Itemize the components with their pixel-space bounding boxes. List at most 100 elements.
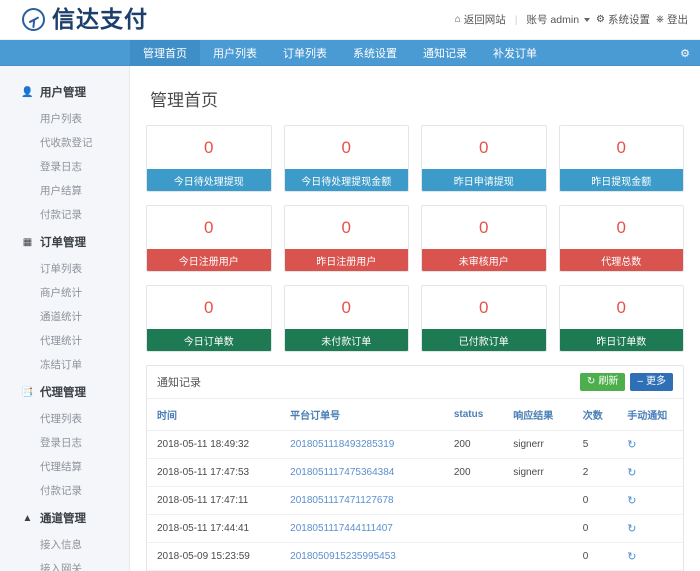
stat-value: 0 (422, 286, 546, 329)
stat-value: 0 (285, 286, 409, 329)
stat-card-paid-orders[interactable]: 0 已付款订单 (421, 285, 547, 352)
col-header-time: 时间 (147, 399, 286, 431)
cell-manual-notify[interactable]: ↻ (623, 515, 683, 543)
col-header-order: 平台订单号 (286, 399, 450, 431)
sidebar-item-agent-payment-record[interactable]: 付款记录 (0, 478, 129, 502)
table-row: 2018-05-11 17:47:11 2018051117471127678 … (147, 487, 683, 515)
nav-gear-icon[interactable]: ⚙ (680, 40, 690, 66)
sidebar-item-agent-login-log[interactable]: 登录日志 (0, 430, 129, 454)
sidebar-item-collection-register[interactable]: 代收款登记 (0, 130, 129, 154)
sidebar-item-channel-stats[interactable]: 通道统计 (0, 304, 129, 328)
header-actions: ⌂ 返回网站 | 账号 admin ⚙ 系统设置 ⎈ 登出 (455, 12, 688, 27)
sidebar-head-orders-label: 订单管理 (40, 234, 86, 250)
page-title: 管理首页 (150, 86, 684, 111)
stat-card-yesterday-withdraw-amount[interactable]: 0 昨日提现金额 (559, 125, 685, 192)
body-wrapper: 👤 用户管理 用户列表 代收款登记 登录日志 用户结算 付款记录 ▦ 订单管理 … (0, 66, 700, 571)
cell-manual-notify[interactable]: ↻ (623, 431, 683, 459)
sidebar-item-user-settlement[interactable]: 用户结算 (0, 178, 129, 202)
sidebar-item-order-list[interactable]: 订单列表 (0, 256, 129, 280)
col-header-response: 响应结果 (509, 399, 578, 431)
sidebar-head-users[interactable]: 👤 用户管理 (0, 78, 129, 106)
sidebar-head-agents-label: 代理管理 (40, 384, 86, 400)
account-menu[interactable]: 账号 admin (527, 12, 591, 27)
col-header-count: 次数 (579, 399, 624, 431)
sidebar-group-users: 👤 用户管理 用户列表 代收款登记 登录日志 用户结算 付款记录 (0, 78, 129, 226)
sidebar-item-agent-list[interactable]: 代理列表 (0, 406, 129, 430)
tab-notify-records[interactable]: 通知记录 (410, 40, 480, 66)
refresh-icon[interactable]: ↻ (627, 522, 636, 535)
tab-order-list[interactable]: 订单列表 (270, 40, 340, 66)
cell-count: 0 (579, 543, 624, 571)
cell-time: 2018-05-09 15:23:59 (147, 543, 286, 571)
stat-value: 0 (285, 126, 409, 169)
account-label: 账号 admin (527, 12, 580, 27)
sidebar-item-agent-stats[interactable]: 代理统计 (0, 328, 129, 352)
cell-order-no[interactable]: 2018051117475364384 (286, 459, 450, 487)
header-divider-1: | (512, 14, 521, 26)
stat-card-yesterday-orders[interactable]: 0 昨日订单数 (559, 285, 685, 352)
sidebar-head-agents[interactable]: 📑 代理管理 (0, 378, 129, 406)
sidebar-item-access-info[interactable]: 接入信息 (0, 532, 129, 556)
cell-order-no[interactable]: 2018051118493285319 (286, 431, 450, 459)
stat-card-total-agents[interactable]: 0 代理总数 (559, 205, 685, 272)
sidebar-item-user-list[interactable]: 用户列表 (0, 106, 129, 130)
stat-card-today-pending-withdraw[interactable]: 0 今日待处理提现 (146, 125, 272, 192)
refresh-icon[interactable]: ↻ (627, 438, 636, 451)
cell-order-no[interactable]: 2018051117471127678 (286, 487, 450, 515)
refresh-icon[interactable]: ↻ (627, 550, 636, 563)
sidebar-group-channels: ▲ 通道管理 接入信息 接入网关 通道列表 通用网关 网银列表 (0, 504, 129, 571)
table-header-row: 时间 平台订单号 status 响应结果 次数 手动通知 (147, 399, 683, 431)
stat-card-unpaid-orders[interactable]: 0 未付款订单 (284, 285, 410, 352)
refresh-button[interactable]: ↻ 刷新 (580, 373, 625, 391)
tab-user-list[interactable]: 用户列表 (200, 40, 270, 66)
sidebar-item-access-gateway[interactable]: 接入网关 (0, 556, 129, 571)
sidebar-item-frozen-orders[interactable]: 冻结订单 (0, 352, 129, 376)
cell-manual-notify[interactable]: ↻ (623, 487, 683, 515)
stat-card-today-pending-withdraw-amount[interactable]: 0 今日待处理提现金额 (284, 125, 410, 192)
cell-count: 5 (579, 431, 624, 459)
panel-header: 通知记录 ↻ 刷新 – 更多 (147, 366, 683, 399)
cell-order-no[interactable]: 2018050915235995453 (286, 543, 450, 571)
stat-value: 0 (422, 126, 546, 169)
stat-row-withdraw: 0 今日待处理提现 0 今日待处理提现金额 0 昨日申请提现 0 昨日提现金额 (146, 125, 684, 192)
more-button[interactable]: – 更多 (630, 373, 673, 391)
sidebar-head-channels[interactable]: ▲ 通道管理 (0, 504, 129, 532)
stat-label: 昨日注册用户 (285, 249, 409, 271)
sidebar-item-merchant-stats[interactable]: 商户统计 (0, 280, 129, 304)
tab-resend-orders[interactable]: 补发订单 (480, 40, 550, 66)
tab-system-settings[interactable]: 系统设置 (340, 40, 410, 66)
return-site-link[interactable]: ⌂ 返回网站 (455, 12, 506, 27)
admin-dashboard-page: 信达支付 ⌂ 返回网站 | 账号 admin ⚙ 系统设置 ⎈ 登出 管理 (0, 0, 700, 571)
refresh-icon[interactable]: ↻ (627, 466, 636, 479)
cell-order-no[interactable]: 2018051117444111407 (286, 515, 450, 543)
stat-card-yesterday-registered-users[interactable]: 0 昨日注册用户 (284, 205, 410, 272)
brand[interactable]: 信达支付 (22, 8, 148, 31)
table-row: 2018-05-11 17:47:53 2018051117475364384 … (147, 459, 683, 487)
cell-count: 2 (579, 459, 624, 487)
main-content: 管理首页 0 今日待处理提现 0 今日待处理提现金额 0 昨日申请提现 0 昨日… (130, 66, 700, 571)
sidebar-item-login-log[interactable]: 登录日志 (0, 154, 129, 178)
brand-title: 信达支付 (52, 8, 148, 31)
cell-count: 0 (579, 515, 624, 543)
book-icon: 📑 (22, 387, 33, 398)
sidebar-item-payment-record[interactable]: 付款记录 (0, 202, 129, 226)
cell-status (450, 543, 509, 571)
refresh-icon[interactable]: ↻ (627, 494, 636, 507)
cell-time: 2018-05-11 17:44:41 (147, 515, 286, 543)
table-row: 2018-05-11 18:49:32 2018051118493285319 … (147, 431, 683, 459)
sidebar-head-channels-label: 通道管理 (40, 510, 86, 526)
system-settings-link[interactable]: ⚙ 系统设置 (596, 12, 650, 27)
stat-card-today-orders[interactable]: 0 今日订单数 (146, 285, 272, 352)
sidebar-head-orders[interactable]: ▦ 订单管理 (0, 228, 129, 256)
stat-card-unaudited-users[interactable]: 0 未审核用户 (421, 205, 547, 272)
stat-card-today-registered-users[interactable]: 0 今日注册用户 (146, 205, 272, 272)
sidebar-item-agent-settlement[interactable]: 代理结算 (0, 454, 129, 478)
cell-manual-notify[interactable]: ↻ (623, 459, 683, 487)
alert-icon: ▲ (22, 513, 33, 524)
logout-link[interactable]: ⎈ 登出 (656, 12, 688, 27)
cell-manual-notify[interactable]: ↻ (623, 543, 683, 571)
tab-dashboard[interactable]: 管理首页 (130, 40, 200, 66)
stat-label: 昨日申请提现 (422, 169, 546, 191)
stat-card-yesterday-withdraw-request[interactable]: 0 昨日申请提现 (421, 125, 547, 192)
table-header: 时间 平台订单号 status 响应结果 次数 手动通知 (147, 399, 683, 431)
